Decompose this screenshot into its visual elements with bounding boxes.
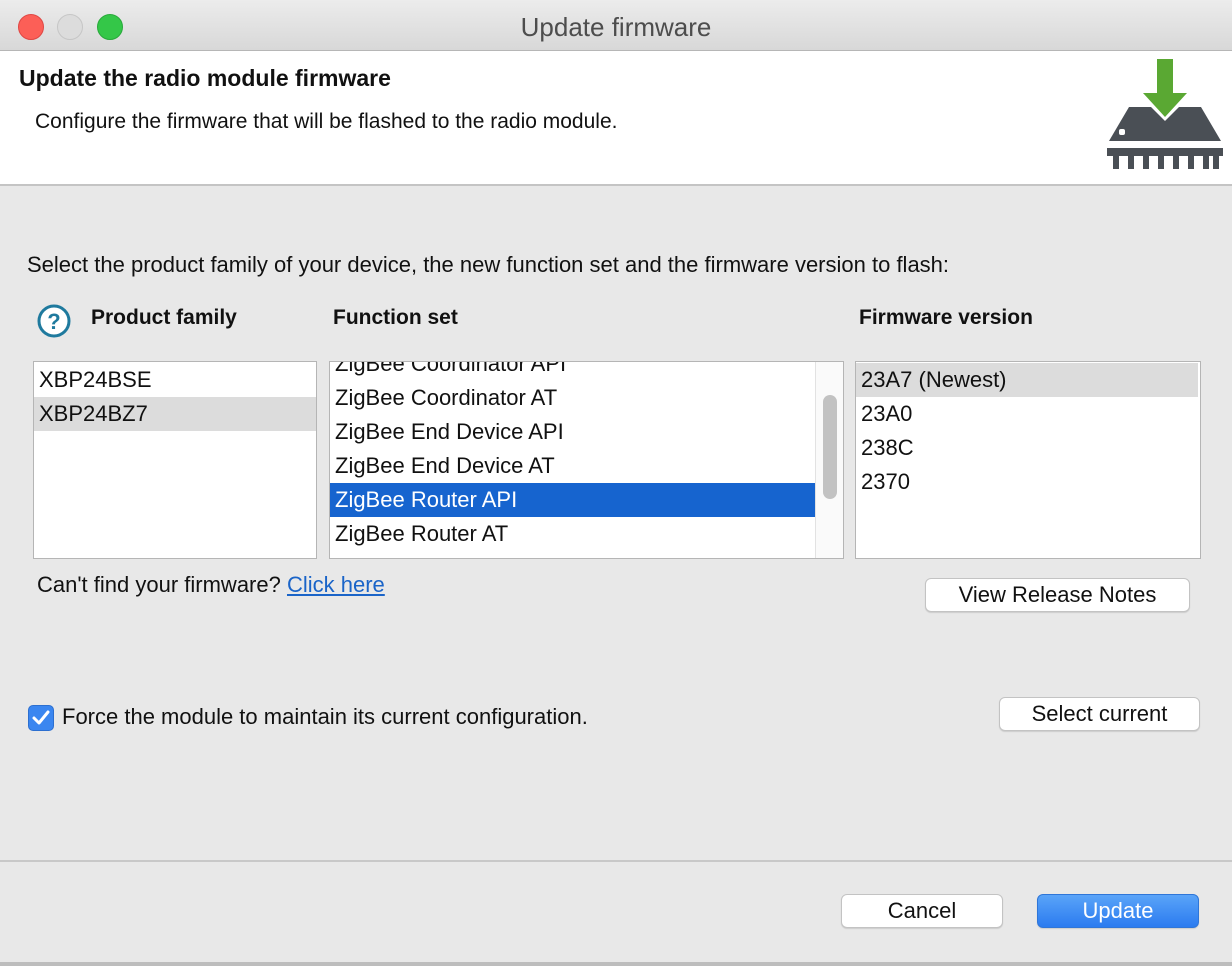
help-icon[interactable]: ?: [37, 304, 71, 338]
chip-download-icon: [1107, 59, 1223, 169]
header-description: Configure the firmware that will be flas…: [35, 110, 618, 133]
list-item-zigbee-end-device-api[interactable]: ZigBee End Device API: [330, 415, 815, 449]
list-item-zigbee-end-device-at[interactable]: ZigBee End Device AT: [330, 449, 815, 483]
list-item-zigbee-coordinator-at[interactable]: ZigBee Coordinator AT: [330, 381, 815, 415]
select-current-button[interactable]: Select current: [999, 697, 1200, 731]
list-item-zigbee-router-api[interactable]: ZigBee Router API: [330, 483, 815, 517]
list-item-238c[interactable]: 238C: [856, 431, 1200, 465]
list-item-xbp24bz7[interactable]: XBP24BZ7: [34, 397, 316, 431]
header-title: Update the radio module firmware: [19, 65, 391, 91]
cant-find-firmware: Can't find your firmware? Click here: [37, 572, 385, 598]
checkmark-icon: [32, 710, 50, 725]
list-item-zigbee-coordinator-api[interactable]: ZigBee Coordinator API: [330, 362, 815, 381]
cant-find-text: Can't find your firmware?: [37, 572, 281, 597]
force-config-label: Force the module to maintain its current…: [62, 704, 588, 729]
update-firmware-dialog: Update firmware Update the radio module …: [0, 0, 1232, 966]
cancel-button[interactable]: Cancel: [841, 894, 1003, 928]
scrollbar-thumb[interactable]: [823, 395, 837, 499]
click-here-link[interactable]: Click here: [287, 572, 385, 597]
function-set-label: Function set: [333, 306, 458, 329]
list-item-zigbee-router-at[interactable]: ZigBee Router AT: [330, 517, 815, 551]
force-config-checkbox[interactable]: [28, 705, 54, 731]
list-item-xbp24bse[interactable]: XBP24BSE: [34, 363, 316, 397]
firmware-version-list[interactable]: 23A7 (Newest) 23A0 238C 2370: [855, 361, 1201, 559]
title-bar: Update firmware: [0, 0, 1232, 51]
list-item-23a0[interactable]: 23A0: [856, 397, 1200, 431]
product-family-list[interactable]: XBP24BSE XBP24BZ7: [33, 361, 317, 559]
list-item-23a7[interactable]: 23A7 (Newest): [856, 363, 1198, 397]
footer-separator: [0, 860, 1232, 862]
function-set-list[interactable]: ZigBee Coordinator API ZigBee Coordinato…: [329, 361, 844, 559]
view-release-notes-button[interactable]: View Release Notes: [925, 578, 1190, 612]
window-bottom-edge: [0, 962, 1232, 966]
firmware-version-label: Firmware version: [859, 306, 1033, 329]
svg-text:?: ?: [47, 309, 60, 334]
window-title: Update firmware: [520, 12, 712, 42]
list-item-2370[interactable]: 2370: [856, 465, 1200, 499]
product-family-label: Product family: [91, 306, 237, 329]
dialog-header: Update the radio module firmware Configu…: [0, 51, 1232, 186]
update-button[interactable]: Update: [1037, 894, 1199, 928]
instruction-text: Select the product family of your device…: [27, 252, 950, 277]
function-set-scrollbar[interactable]: [815, 362, 843, 558]
